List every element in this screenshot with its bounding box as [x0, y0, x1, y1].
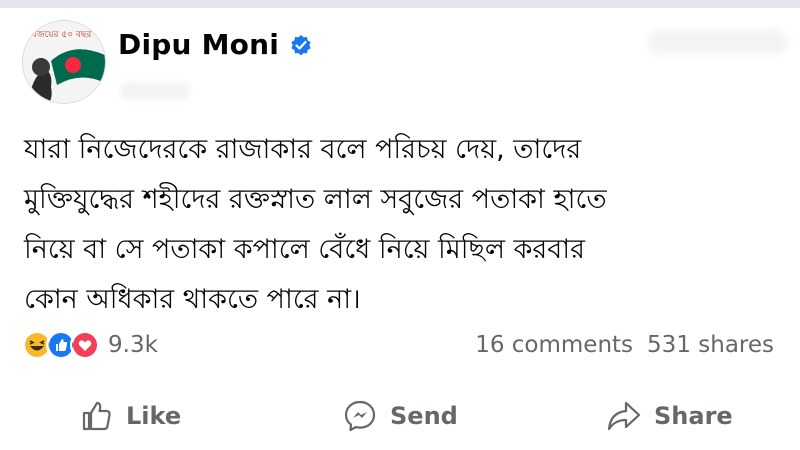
avatar-caption: বিজয়ের ৫০ বছর — [28, 29, 92, 40]
send-button[interactable]: Send — [342, 392, 458, 440]
action-bar: Like Send Share — [0, 392, 800, 440]
author-name[interactable]: Dipu Moni — [118, 28, 279, 61]
blurred-region — [648, 30, 788, 54]
shares-count[interactable]: 531 shares — [647, 332, 774, 358]
profile-photo-icon: বিজয়ের ৫০ বছর — [23, 21, 105, 103]
love-icon — [70, 330, 100, 360]
author-row: Dipu Moni — [118, 28, 313, 61]
like-button[interactable]: Like — [80, 392, 181, 440]
like-thumb-icon — [82, 401, 111, 431]
post-line: যারা নিজেদেরকে রাজাকার বলে পরিচয় দেয়, … — [24, 134, 582, 165]
comments-count[interactable]: 16 comments — [475, 332, 633, 358]
top-divider — [0, 0, 800, 8]
post-line: কোন অধিকার থাকতে পারে না। — [24, 284, 361, 315]
send-label: Send — [390, 402, 458, 430]
share-label: Share — [654, 402, 733, 430]
verified-badge-icon — [291, 34, 311, 55]
post-stats: 16 comments 531 shares — [475, 332, 774, 358]
post-body: যারা নিজেদেরকে রাজাকার বলে পরিচয় দেয়, … — [24, 125, 764, 325]
post-line: মুক্তিযুদ্ধের শহীদের রক্তস্নাত লাল সবুজে… — [24, 184, 607, 215]
blurred-timestamp — [120, 82, 190, 100]
like-label: Like — [126, 402, 182, 430]
share-arrow-icon — [607, 401, 641, 431]
reactions-summary[interactable]: 9.3k — [22, 330, 158, 360]
messenger-icon — [344, 400, 376, 432]
reaction-count: 9.3k — [108, 332, 158, 358]
avatar[interactable]: বিজয়ের ৫০ বছর — [22, 20, 106, 104]
share-button[interactable]: Share — [606, 392, 733, 440]
post-line: নিয়ে বা সে পতাকা কপালে বেঁধে নিয়ে মিছি… — [24, 234, 585, 265]
